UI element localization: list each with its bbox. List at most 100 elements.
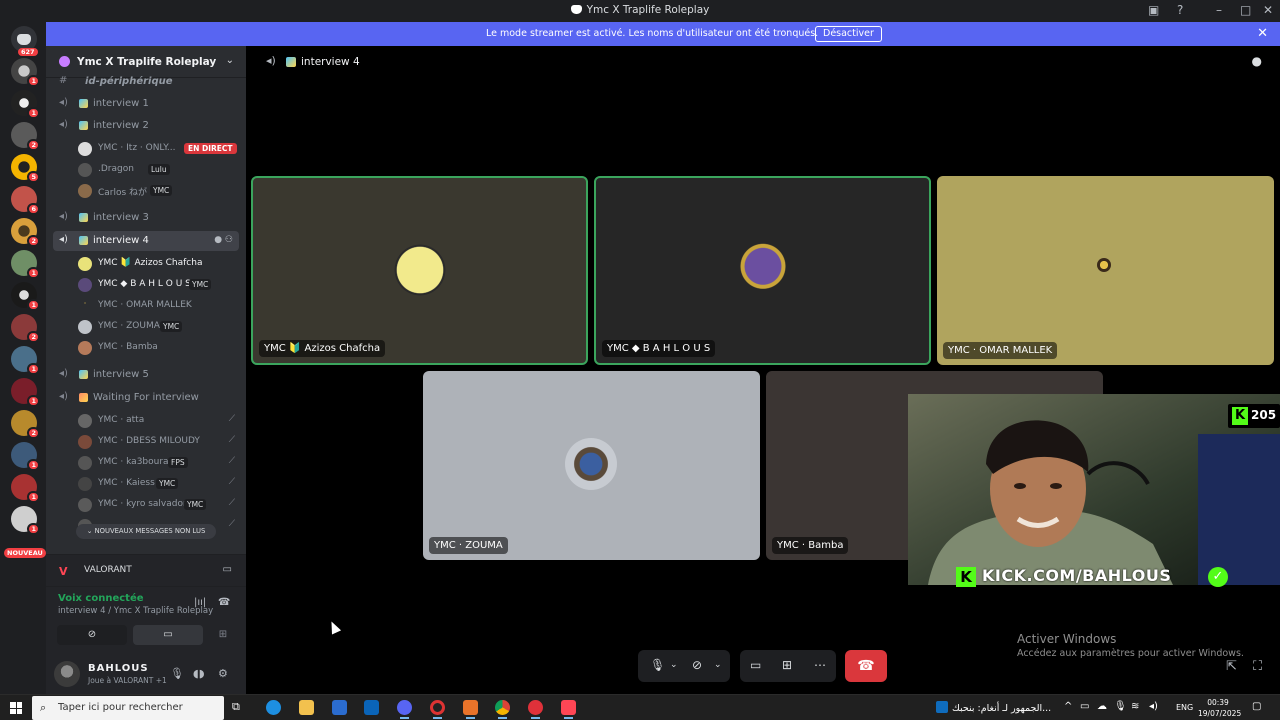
more-options-icon[interactable]: ⋯ — [814, 658, 826, 672]
camera-button[interactable]: ⊘ — [57, 625, 127, 645]
new-badge[interactable]: NOUVEAU — [4, 548, 46, 558]
news-widget[interactable]: الجمهور لـ أنغام: بنحبك... — [936, 701, 1051, 714]
discord-taskbar-icon[interactable] — [397, 700, 412, 719]
server-icon[interactable]: 5 — [11, 154, 40, 183]
voice-user[interactable]: YMC · DBESS MILOUDY ⟋ — [76, 432, 239, 452]
user-name[interactable]: BAHLOUS — [88, 663, 149, 674]
screen-share-icon[interactable]: ▭ — [223, 564, 232, 575]
server-icon[interactable]: 1 — [11, 250, 40, 279]
taskbar-search[interactable]: ⌕ Taper ici pour rechercher — [32, 696, 224, 720]
valorant-taskbar-icon[interactable] — [561, 700, 576, 719]
new-messages-pill[interactable]: ⌄ NOUVEAUX MESSAGES NON LUS — [76, 524, 216, 539]
popout-icon[interactable]: ⇱ — [1226, 659, 1237, 674]
file-explorer-icon[interactable] — [299, 700, 314, 715]
activity-button[interactable]: ⊞ — [209, 625, 237, 645]
chevron-down-icon[interactable]: ⌄ — [670, 660, 678, 670]
clock[interactable]: 00:39 19/07/2025 — [1198, 697, 1241, 719]
voice-channel[interactable]: interview 4 / Ymc X Traplife Roleplay — [58, 606, 213, 616]
chrome-icon[interactable] — [495, 700, 510, 719]
chat-bubble-icon[interactable]: ● — [1252, 54, 1262, 68]
screen-share-icon[interactable]: ▭ — [750, 658, 761, 672]
voice-status[interactable]: Voix connectée — [58, 593, 144, 604]
app-icon[interactable] — [528, 700, 543, 719]
task-view-icon[interactable]: ⧉ — [232, 700, 247, 715]
disable-streamer-button[interactable]: Désactiver — [815, 26, 882, 42]
edge-icon[interactable] — [266, 700, 281, 715]
share-screen-button[interactable]: ▭ — [133, 625, 203, 645]
server-icon[interactable]: 1 — [11, 58, 40, 87]
server-icon[interactable]: 1 — [11, 282, 40, 311]
participant-tile[interactable]: YMC · ZOUMA — [423, 371, 760, 560]
maximize-icon[interactable]: □ — [1240, 3, 1251, 17]
voice-user[interactable]: YMC · kyro salvador YMC ⟋ — [76, 495, 239, 515]
avatar[interactable] — [54, 661, 80, 687]
server-icon[interactable]: 2 — [11, 122, 40, 151]
chevron-down-icon[interactable]: ⌄ — [714, 660, 722, 670]
minimize-icon[interactable]: – — [1216, 3, 1222, 17]
voice-user[interactable]: YMC · ZOUMA YMC — [76, 317, 239, 337]
headphones-icon[interactable]: ◖◗ — [193, 667, 205, 680]
voice-user[interactable]: YMC · Bamba — [76, 338, 239, 358]
server-icon[interactable]: 6 — [11, 186, 40, 215]
channel-partial[interactable]: # id-périphérique — [53, 72, 239, 92]
notifications-icon[interactable]: ▢ — [1252, 701, 1261, 712]
network-icon[interactable]: ▭ — [1080, 701, 1089, 712]
voice-user[interactable]: YMC · Itz · ONLY... EN DIRECT — [76, 139, 239, 159]
activity-icon[interactable]: ⊞ — [782, 658, 792, 672]
channel-interview-5[interactable]: ◂) interview 5 — [53, 365, 239, 385]
channel-interview-3[interactable]: ◂) interview 3 — [53, 208, 239, 228]
avatar — [78, 320, 92, 334]
obs-icon[interactable] — [430, 700, 445, 719]
microphone-icon[interactable]: 🎙 — [650, 658, 665, 672]
server-icon[interactable]: 2 — [11, 218, 40, 247]
voice-user[interactable]: Carlos ねが YMC — [76, 181, 239, 201]
channel-interview-2[interactable]: ◂) interview 2 — [53, 116, 239, 136]
server-icon[interactable]: 1 — [11, 378, 40, 407]
server-icon[interactable]: 1 — [11, 506, 40, 535]
activity-panel[interactable]: V VALORANT ▭ — [46, 554, 246, 586]
microphone-icon[interactable]: 🎙 — [170, 667, 184, 680]
participant-tile[interactable]: YMC ◆ B A H L O U S — [594, 176, 931, 365]
camera-off-icon[interactable]: ⊘ — [692, 658, 702, 672]
outlook-icon[interactable] — [364, 700, 379, 715]
windows-start-icon[interactable] — [10, 702, 22, 714]
voice-user[interactable]: YMC · atta ⟋ — [76, 411, 239, 431]
fullscreen-icon[interactable]: ⛶ — [1253, 659, 1262, 674]
server-icon[interactable]: 1 — [11, 442, 40, 471]
wifi-icon[interactable]: ≋ — [1131, 701, 1139, 712]
voice-user[interactable]: .Dragon Lulu — [76, 160, 239, 180]
disconnect-icon[interactable]: ☎ — [218, 597, 230, 608]
voice-user[interactable]: YMC · ka3boura FPS ⟋ — [76, 453, 239, 473]
channel-waiting[interactable]: ◂) Waiting For interview — [53, 388, 239, 408]
language-indicator[interactable]: ENG — [1176, 703, 1193, 712]
chevron-up-icon[interactable]: ^ — [1064, 701, 1072, 712]
help-icon[interactable]: ? — [1177, 3, 1183, 17]
settings-gear-icon[interactable]: ⚙ — [218, 667, 228, 680]
volume-icon[interactable]: ◂) — [1149, 701, 1158, 712]
voice-user[interactable]: YMC ◆ B A H L O U S YMC — [76, 275, 239, 295]
channel-interview-4[interactable]: ◂) interview 4 ● ⚇ — [53, 231, 239, 251]
noise-suppression-icon[interactable]: |ıı| — [194, 597, 206, 608]
close-banner-icon[interactable]: ✕ — [1257, 26, 1268, 41]
microphone-icon[interactable]: 🎙 — [1114, 701, 1127, 712]
participant-tile[interactable]: YMC 🔰 Azizos Chafcha — [251, 176, 588, 365]
participant-tile[interactable]: YMC · OMAR MALLEK — [937, 176, 1274, 365]
store-icon[interactable] — [332, 700, 347, 715]
app-icon[interactable] — [463, 700, 478, 719]
server-icon[interactable]: 2 — [11, 410, 40, 439]
inbox-icon[interactable]: ▣ — [1148, 3, 1159, 17]
voice-user[interactable]: YMC · Kaiess YMC ⟋ — [76, 474, 239, 494]
server-icon[interactable]: 1 — [11, 90, 40, 119]
channel-interview-1[interactable]: ◂) interview 1 — [53, 94, 239, 114]
end-call-button[interactable]: ☎ — [845, 650, 887, 682]
voice-user[interactable]: YMC 🔰 Azizos Chafcha — [76, 254, 239, 274]
chat-and-invite-icons[interactable]: ● ⚇ — [214, 235, 233, 245]
kick-logo-icon: K — [1232, 407, 1248, 425]
home-button[interactable]: 627 — [11, 26, 38, 56]
cloud-icon[interactable]: ☁ — [1097, 701, 1107, 712]
server-icon[interactable]: 1 — [11, 346, 40, 375]
close-window-icon[interactable]: ✕ — [1263, 3, 1273, 17]
server-icon[interactable]: 1 — [11, 474, 40, 503]
server-icon[interactable]: 2 — [11, 314, 40, 343]
voice-user[interactable]: · YMC · OMAR MALLEK — [76, 296, 239, 316]
